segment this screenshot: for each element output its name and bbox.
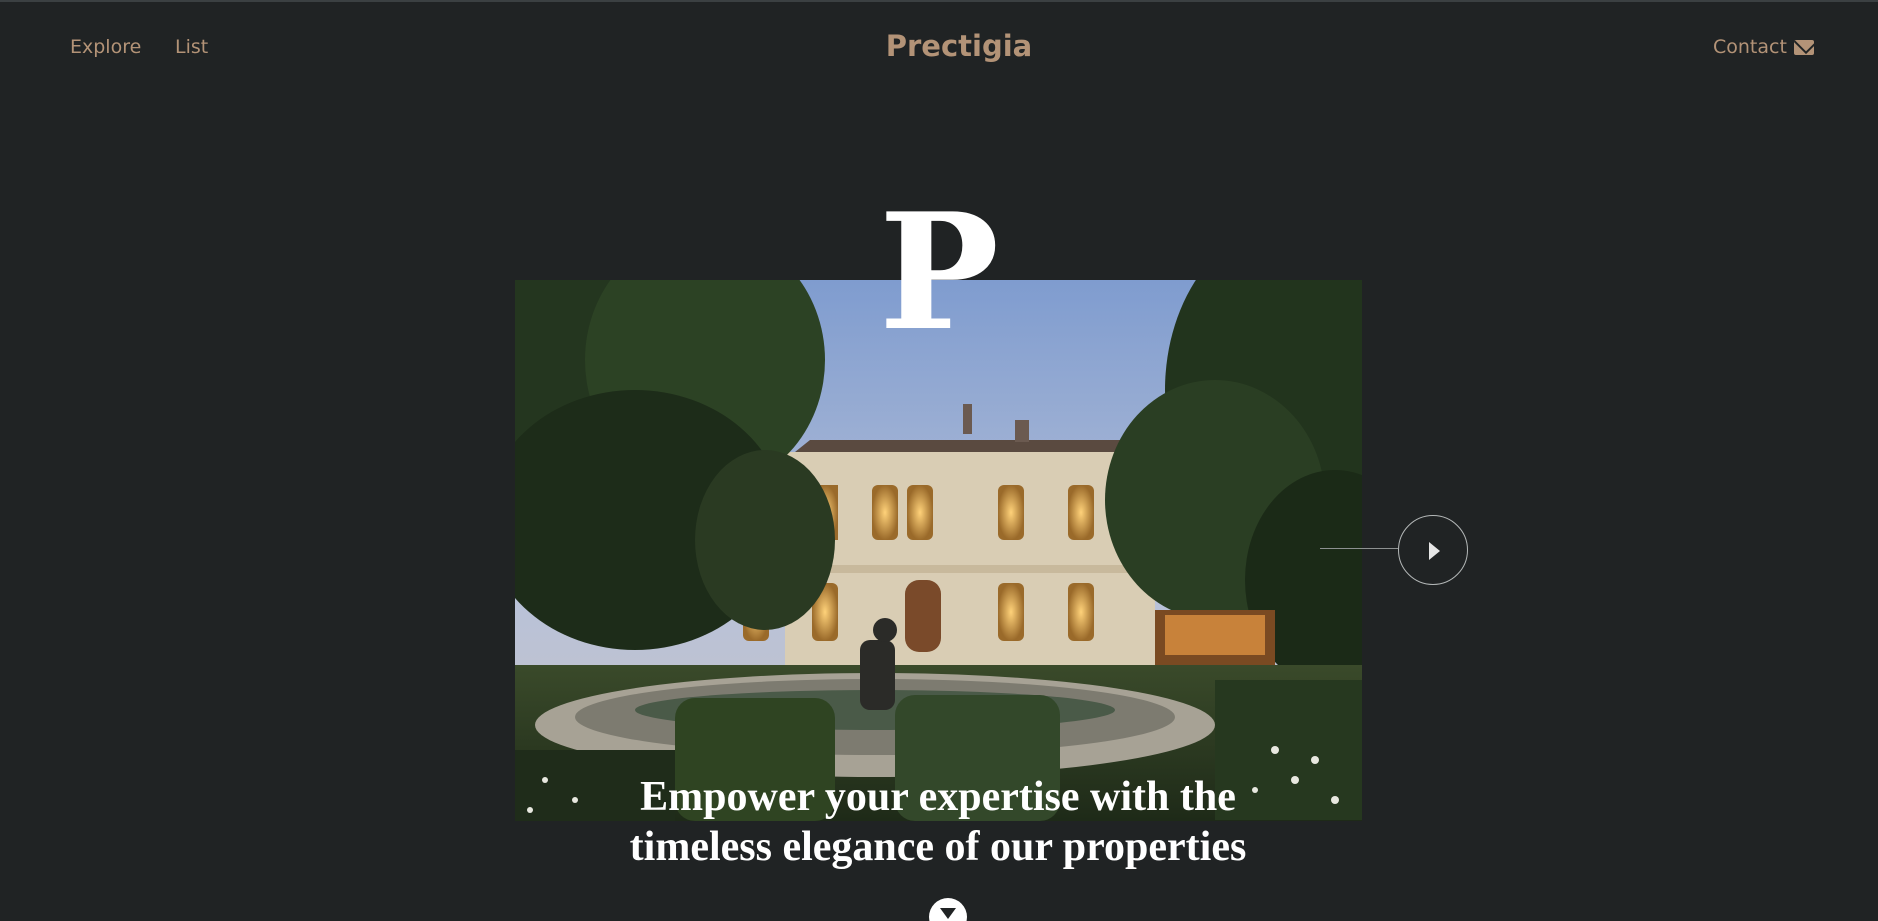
triangle-down-icon <box>940 908 956 919</box>
hero-big-letter: P <box>878 178 1000 366</box>
nav-contact-link[interactable]: Contact <box>1713 36 1814 58</box>
play-arrow-icon <box>1429 542 1440 560</box>
hero-tagline: Empower your expertise with the timeless… <box>629 774 1247 870</box>
scroll-down-button[interactable] <box>929 898 967 921</box>
envelope-icon <box>1793 39 1814 55</box>
slider-connector-line <box>1320 548 1398 549</box>
nav-list-link[interactable]: List <box>175 36 208 58</box>
next-slide-button[interactable] <box>1398 515 1468 585</box>
contact-label: Contact <box>1713 36 1787 58</box>
brand-logo[interactable]: Prectigia <box>886 29 1033 63</box>
nav-explore-link[interactable]: Explore <box>70 36 141 58</box>
brand-logo-wrapper: Prectigia <box>0 29 1878 63</box>
